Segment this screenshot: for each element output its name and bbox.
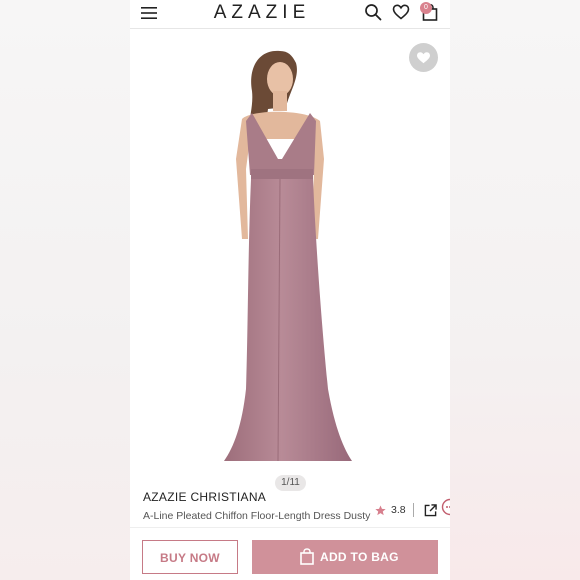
add-to-bag-label: ADD TO BAG bbox=[320, 550, 399, 564]
share-icon[interactable] bbox=[424, 504, 437, 517]
background-left bbox=[0, 0, 130, 580]
buy-now-button[interactable]: BUY NOW bbox=[142, 540, 238, 574]
heart-icon bbox=[417, 52, 430, 64]
favorite-button[interactable] bbox=[409, 43, 438, 72]
brand-logo[interactable]: AZAZIE bbox=[202, 2, 322, 24]
menu-icon[interactable] bbox=[140, 4, 158, 22]
star-icon bbox=[375, 505, 386, 516]
chat-icon[interactable] bbox=[441, 498, 450, 516]
phone-screen: AZAZIE 0 1/11 AZAZIE CHRISTIANA A-Line P… bbox=[130, 0, 450, 580]
rating-value: 3.8 bbox=[391, 504, 406, 516]
background-right bbox=[450, 0, 580, 580]
divider bbox=[413, 503, 414, 517]
bag-icon bbox=[300, 548, 314, 565]
product-image[interactable]: 1/11 bbox=[130, 29, 450, 491]
product-name: AZAZIE CHRISTIANA bbox=[143, 490, 267, 504]
product-description: A-Line Pleated Chiffon Floor-Length Dres… bbox=[143, 510, 371, 522]
heart-icon[interactable] bbox=[392, 3, 410, 21]
bag-count-badge: 0 bbox=[420, 2, 432, 14]
add-to-bag-button[interactable]: ADD TO BAG bbox=[252, 540, 438, 574]
model-dress-illustration bbox=[224, 50, 352, 462]
search-icon[interactable] bbox=[364, 3, 382, 21]
bottom-action-bar: BUY NOW ADD TO BAG bbox=[130, 527, 450, 580]
image-counter: 1/11 bbox=[275, 475, 306, 491]
top-navigation-bar: AZAZIE 0 bbox=[130, 0, 450, 29]
